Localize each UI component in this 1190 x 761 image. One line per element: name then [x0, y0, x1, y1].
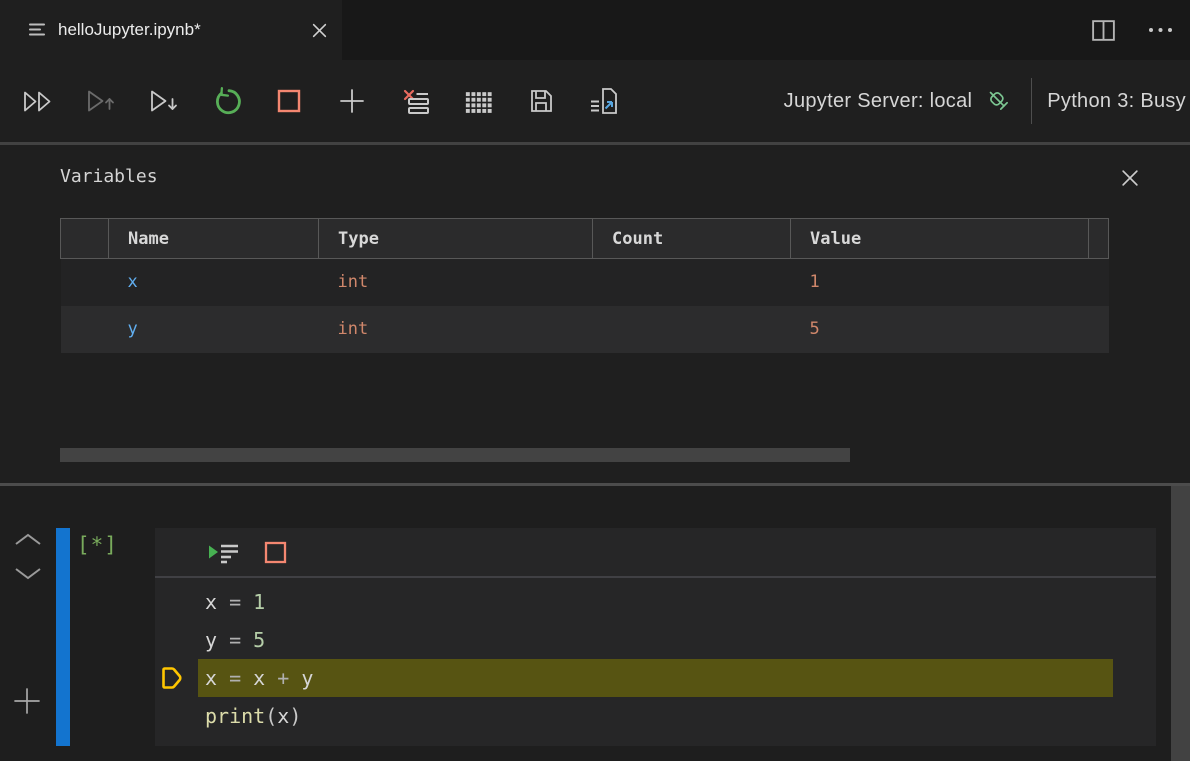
debug-current-line-icon [160, 663, 186, 698]
token-variable: x [253, 666, 265, 690]
editor-actions [1090, 0, 1174, 60]
variable-value: 5 [791, 306, 1089, 353]
token-function: print [205, 704, 265, 728]
variable-count [593, 259, 791, 306]
cell-toolbar [155, 528, 1156, 578]
code-cell[interactable]: x = 1y = 5x = x + yprint(x) [155, 528, 1156, 746]
vertical-scrollbar[interactable] [1171, 486, 1190, 761]
variables-table-body: xint 1 yint 5 [61, 259, 1109, 353]
variable-row-y[interactable]: yint 5 [61, 306, 1109, 353]
save-button[interactable] [518, 78, 564, 124]
row-indent [61, 306, 109, 353]
variable-count [593, 306, 791, 353]
run-by-line-icon[interactable] [207, 539, 240, 565]
notebook-toolbar: Jupyter Server: local Python 3: Busy [0, 60, 1190, 142]
run-cells-below-button[interactable] [140, 78, 186, 124]
vscode-notebook-editor: helloJupyter.ipynb* [0, 0, 1190, 761]
tab-title: helloJupyter.ipynb* [58, 20, 300, 40]
token-operator: = [217, 666, 253, 690]
code-line[interactable]: x = 1 [155, 583, 1156, 621]
token-paren: ( [265, 704, 277, 728]
export-button[interactable] [581, 78, 627, 124]
code-line[interactable]: y = 5 [155, 621, 1156, 659]
token-variable: x [277, 704, 289, 728]
jupyter-server-status[interactable]: Jupyter Server: local [784, 87, 1014, 115]
column-header-name[interactable]: Name [109, 219, 319, 259]
token-variable: y [301, 666, 313, 690]
token-number: 5 [253, 628, 265, 652]
add-cell-below-icon[interactable] [12, 686, 42, 721]
variable-row-x[interactable]: xint 1 [61, 259, 1109, 306]
run-all-button[interactable] [14, 78, 60, 124]
column-header-empty[interactable] [61, 219, 109, 259]
column-header-spacer [1089, 219, 1109, 259]
notebook-cell-area: [*] x = 1y = 5x = x + yprint(x) [0, 486, 1190, 761]
column-header-type[interactable]: Type [319, 219, 593, 259]
token-operator: + [265, 666, 301, 690]
stop-icon[interactable] [263, 540, 288, 565]
variable-type: int [319, 306, 593, 353]
token-operator: = [217, 590, 253, 614]
close-variables-icon[interactable] [1120, 168, 1140, 188]
variables-table-header: NameTypeCountValue [61, 219, 1109, 259]
token-variable: y [205, 628, 217, 652]
variables-button[interactable] [455, 78, 501, 124]
token-number: 1 [253, 590, 265, 614]
token-paren: ) [289, 704, 301, 728]
status-separator [1031, 78, 1032, 124]
chevron-down-icon[interactable] [13, 566, 43, 586]
variable-name: y [109, 306, 319, 353]
horizontal-scrollbar[interactable] [60, 448, 850, 462]
tab-hellojupyter[interactable]: helloJupyter.ipynb* [0, 0, 342, 60]
row-spacer [1089, 259, 1109, 306]
toolbar-status-area: Jupyter Server: local Python 3: Busy [784, 60, 1190, 142]
clear-all-outputs-button[interactable] [392, 78, 438, 124]
column-header-value[interactable]: Value [791, 219, 1089, 259]
token-variable: x [205, 590, 217, 614]
code-line-current[interactable]: x = x + y [198, 659, 1113, 697]
cell-focus-bar[interactable] [56, 528, 70, 746]
variable-name: x [109, 259, 319, 306]
tab-bar: helloJupyter.ipynb* [0, 0, 1190, 60]
code-line[interactable]: print(x) [155, 697, 1156, 735]
chevron-up-icon[interactable] [13, 532, 43, 552]
execution-count: [*] [77, 533, 118, 557]
token-variable: x [205, 666, 217, 690]
variables-panel-title: Variables [60, 166, 158, 187]
more-actions-icon[interactable] [1147, 26, 1174, 34]
restart-kernel-button[interactable] [203, 78, 249, 124]
plug-icon [985, 87, 1013, 115]
interrupt-kernel-button[interactable] [266, 78, 312, 124]
notebook-file-icon [27, 20, 47, 40]
add-cell-button[interactable] [329, 78, 375, 124]
row-indent [61, 259, 109, 306]
variables-table: NameTypeCountValue xint 1 yint 5 [60, 218, 1109, 353]
split-editor-icon[interactable] [1090, 17, 1117, 44]
variable-value: 1 [791, 259, 1089, 306]
variable-type: int [319, 259, 593, 306]
kernel-status[interactable]: Python 3: Busy [1047, 90, 1190, 113]
cell-code[interactable]: x = 1y = 5x = x + yprint(x) [155, 578, 1156, 735]
row-spacer [1089, 306, 1109, 353]
close-tab-icon[interactable] [311, 22, 328, 39]
variables-panel: Variables NameTypeCountValue xint 1 yint 5 [0, 145, 1190, 483]
token-operator: = [217, 628, 253, 652]
run-cells-above-button[interactable] [77, 78, 123, 124]
jupyter-server-label: Jupyter Server: local [784, 90, 973, 113]
column-header-count[interactable]: Count [593, 219, 791, 259]
